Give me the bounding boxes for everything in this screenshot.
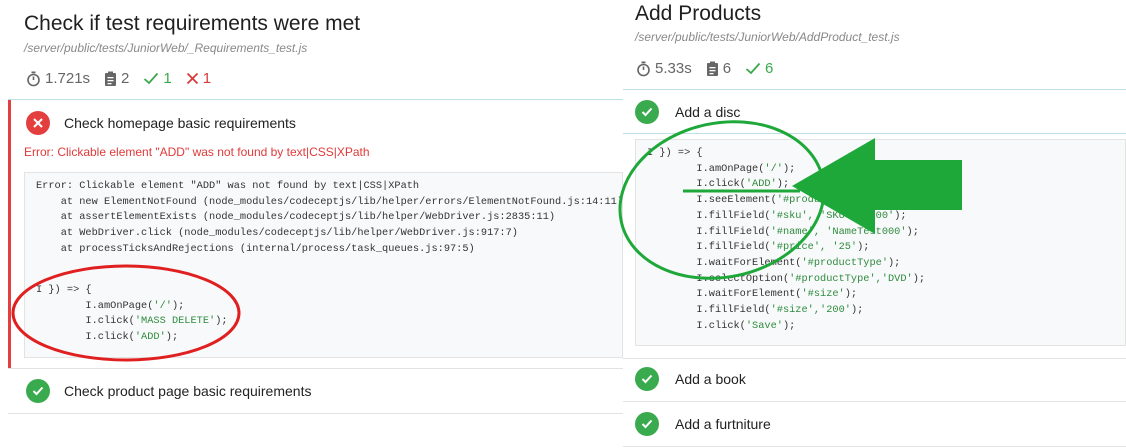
stopwatch-icon bbox=[27, 71, 40, 86]
suite-path: /server/public/tests/JuniorWeb/_Requirem… bbox=[24, 41, 308, 55]
stack-line: at assertElementExists (node_modules/cod… bbox=[36, 211, 556, 224]
stack-line: Error: Clickable element "ADD" was not f… bbox=[36, 180, 420, 192]
test-item-passed[interactable]: Add a book bbox=[635, 367, 746, 391]
passed-value: 6 bbox=[765, 60, 774, 77]
code-line: I.amOnPage('/'); bbox=[647, 162, 796, 175]
check-icon bbox=[144, 72, 159, 85]
code-line: I.fillField('#name', 'NameTest000'); bbox=[647, 225, 919, 238]
code-line: I.fillField('#sku', 'SKUTest000'); bbox=[647, 209, 907, 222]
suite-title: Add Products bbox=[635, 2, 762, 25]
clipboard-icon bbox=[105, 71, 117, 86]
row-divider bbox=[8, 368, 623, 369]
code-line: I.fillField('#price', '25'); bbox=[647, 241, 870, 254]
passed-value: 1 bbox=[163, 70, 172, 87]
code-line: I.waitForElement('#productType'); bbox=[647, 256, 901, 269]
test-label: Check homepage basic requirements bbox=[64, 115, 296, 131]
test-label: Add a furtniture bbox=[675, 416, 771, 432]
test-source-code: I }) => { I.amOnPage('/'); I.click('MASS… bbox=[36, 283, 228, 346]
test-source-code: I }) => { I.amOnPage('/'); I.click('ADD'… bbox=[647, 146, 925, 334]
code-line: I.seeElement('#product_form'); bbox=[647, 194, 882, 207]
check-icon bbox=[745, 62, 761, 75]
test-label: Add a book bbox=[675, 371, 746, 387]
success-status-icon bbox=[635, 100, 659, 124]
header-separator bbox=[623, 89, 1126, 90]
code-line: I.click('ADD'); bbox=[647, 178, 790, 191]
code-line: I.fillField('#size','200'); bbox=[647, 304, 864, 317]
test-item-passed[interactable]: Add a disc bbox=[635, 100, 740, 124]
total-stat: 6 bbox=[706, 60, 731, 77]
stack-line: at WebDriver.click (node_modules/codecep… bbox=[36, 227, 518, 240]
success-status-icon bbox=[26, 379, 50, 403]
total-value: 6 bbox=[722, 60, 732, 77]
duration-stat: 5.33s bbox=[636, 60, 692, 77]
success-status-icon bbox=[635, 367, 659, 391]
failure-indicator-bar bbox=[8, 100, 11, 368]
passed-stat: 1 bbox=[143, 70, 172, 87]
error-status-icon bbox=[26, 111, 50, 135]
left-test-panel: Check if test requirements were met /ser… bbox=[0, 0, 623, 448]
code-line: I.click('Save'); bbox=[647, 319, 796, 332]
cross-icon bbox=[186, 72, 198, 85]
duration-value: 1.721s bbox=[45, 70, 91, 87]
code-line: I }) => { bbox=[36, 284, 92, 296]
code-line: I.click('ADD'); bbox=[36, 331, 179, 344]
duration-value: 5.33s bbox=[655, 60, 692, 77]
suite-path: /server/public/tests/JuniorWeb/AddProduc… bbox=[635, 30, 900, 44]
right-test-panel: Add Products /server/public/tests/Junior… bbox=[623, 0, 1126, 448]
suite-stats: 1.721s 2 1 1 bbox=[26, 70, 211, 87]
stack-line: at processTicksAndRejections (internal/p… bbox=[36, 242, 475, 255]
row-divider bbox=[623, 358, 1126, 359]
error-message: Error: Clickable element "ADD" was not f… bbox=[24, 145, 370, 159]
total-stat: 2 bbox=[104, 70, 129, 87]
suite-title: Check if test requirements were met bbox=[24, 12, 361, 35]
code-line: I.waitForElement('#size'); bbox=[647, 288, 858, 301]
duration-stat: 1.721s bbox=[26, 70, 90, 87]
code-line: I }) => { bbox=[647, 147, 703, 159]
test-item-failed[interactable]: Check homepage basic requirements bbox=[26, 111, 296, 135]
clipboard-icon bbox=[706, 61, 718, 76]
code-line: I.amOnPage('/'); bbox=[36, 299, 185, 312]
passed-stat: 6 bbox=[745, 60, 773, 77]
row-divider bbox=[623, 446, 1126, 447]
row-separator bbox=[623, 133, 1126, 134]
test-item-passed[interactable]: Add a furtniture bbox=[635, 412, 771, 436]
failed-stat: 1 bbox=[186, 70, 211, 87]
failed-value: 1 bbox=[202, 70, 212, 87]
total-value: 2 bbox=[121, 70, 130, 87]
code-line: I.click('MASS DELETE'); bbox=[36, 315, 228, 328]
stack-trace: Error: Clickable element "ADD" was not f… bbox=[36, 179, 623, 258]
stopwatch-icon bbox=[637, 61, 650, 76]
row-divider bbox=[8, 413, 623, 414]
test-label: Add a disc bbox=[675, 104, 741, 120]
test-label: Check product page basic requirements bbox=[64, 383, 312, 399]
row-divider bbox=[623, 401, 1126, 402]
success-status-icon bbox=[635, 412, 659, 436]
test-item-passed[interactable]: Check product page basic requirements bbox=[26, 379, 311, 403]
suite-stats: 5.33s 6 6 bbox=[636, 60, 773, 77]
stack-line: at new ElementNotFound (node_modules/cod… bbox=[36, 195, 624, 208]
code-line: I.selectOption('#productType','DVD'); bbox=[647, 272, 926, 285]
header-separator bbox=[8, 99, 623, 100]
